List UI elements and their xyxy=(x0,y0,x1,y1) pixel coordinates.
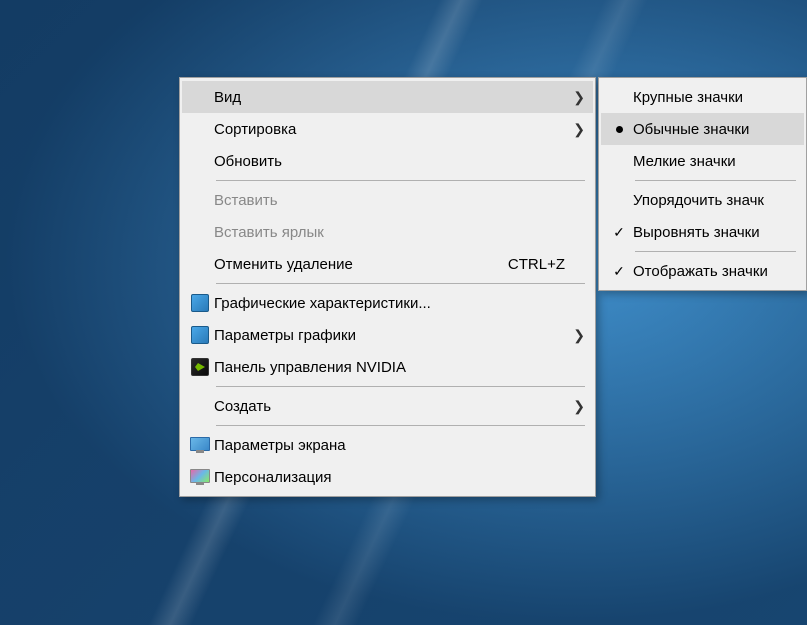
menu-label-view: Вид xyxy=(214,89,569,106)
menu-item-display-settings[interactable]: Параметры экрана xyxy=(182,429,593,461)
submenu-label-show-icons: Отображать значки xyxy=(633,263,800,280)
menu-icon-empty xyxy=(186,149,214,173)
submenu-item-auto-arrange[interactable]: Упорядочить значк xyxy=(601,184,804,216)
intel-graphics-icon xyxy=(186,323,214,347)
menu-item-graphics-props[interactable]: Графические характеристики... xyxy=(182,287,593,319)
menu-item-create[interactable]: Создать ❯ xyxy=(182,390,593,422)
menu-item-nvidia-panel[interactable]: Панель управления NVIDIA xyxy=(182,351,593,383)
submenu-item-small-icons[interactable]: Мелкие значки xyxy=(601,145,804,177)
chevron-right-icon: ❯ xyxy=(569,121,585,138)
menu-separator xyxy=(635,180,796,181)
context-menu-main: Вид ❯ Сортировка ❯ Обновить Вставить Вст… xyxy=(179,77,596,497)
radio-selected-icon xyxy=(605,126,633,133)
context-menu-view-submenu: Крупные значки Обычные значки Мелкие зна… xyxy=(598,77,807,291)
checkmark-icon: ✓ xyxy=(605,224,633,241)
chevron-right-icon: ❯ xyxy=(569,398,585,415)
menu-icon-empty xyxy=(186,220,214,244)
menu-shortcut-undo: CTRL+Z xyxy=(508,256,565,273)
menu-item-view[interactable]: Вид ❯ xyxy=(182,81,593,113)
menu-item-undo-delete[interactable]: Отменить удаление CTRL+Z xyxy=(182,248,593,280)
menu-label-create: Создать xyxy=(214,398,569,415)
intel-graphics-icon xyxy=(186,291,214,315)
display-icon xyxy=(186,433,214,457)
chevron-right-icon: ❯ xyxy=(569,89,585,106)
menu-icon-empty xyxy=(186,252,214,276)
checkmark-icon: ✓ xyxy=(605,263,633,280)
menu-item-refresh[interactable]: Обновить xyxy=(182,145,593,177)
menu-separator xyxy=(635,251,796,252)
submenu-label-medium-icons: Обычные значки xyxy=(633,121,800,138)
menu-icon-empty xyxy=(186,117,214,141)
menu-separator xyxy=(216,425,585,426)
submenu-label-align-grid: Выровнять значки xyxy=(633,224,800,241)
menu-icon-empty xyxy=(186,394,214,418)
chevron-right-icon: ❯ xyxy=(569,327,585,344)
menu-label-graphics-props: Графические характеристики... xyxy=(214,295,585,312)
menu-label-paste-shortcut: Вставить ярлык xyxy=(214,224,585,241)
menu-label-graphics-params: Параметры графики xyxy=(214,327,569,344)
menu-separator xyxy=(216,283,585,284)
submenu-item-medium-icons[interactable]: Обычные значки xyxy=(601,113,804,145)
menu-separator xyxy=(216,386,585,387)
submenu-item-align-grid[interactable]: ✓ Выровнять значки xyxy=(601,216,804,248)
menu-label-display-settings: Параметры экрана xyxy=(214,437,585,454)
menu-icon-empty xyxy=(186,188,214,212)
menu-item-personalize[interactable]: Персонализация xyxy=(182,461,593,493)
menu-icon-empty xyxy=(186,85,214,109)
submenu-label-auto-arrange: Упорядочить значк xyxy=(633,192,800,209)
nvidia-icon xyxy=(186,355,214,379)
menu-item-sort[interactable]: Сортировка ❯ xyxy=(182,113,593,145)
menu-item-paste: Вставить xyxy=(182,184,593,216)
menu-label-sort: Сортировка xyxy=(214,121,569,138)
menu-label-personalize: Персонализация xyxy=(214,469,585,486)
submenu-label-small-icons: Мелкие значки xyxy=(633,153,800,170)
submenu-item-show-icons[interactable]: ✓ Отображать значки xyxy=(601,255,804,287)
menu-item-graphics-params[interactable]: Параметры графики ❯ xyxy=(182,319,593,351)
menu-label-refresh: Обновить xyxy=(214,153,585,170)
personalize-icon xyxy=(186,465,214,489)
submenu-item-large-icons[interactable]: Крупные значки xyxy=(601,81,804,113)
menu-label-nvidia: Панель управления NVIDIA xyxy=(214,359,585,376)
menu-separator xyxy=(216,180,585,181)
menu-item-paste-shortcut: Вставить ярлык xyxy=(182,216,593,248)
submenu-label-large-icons: Крупные значки xyxy=(633,89,800,106)
menu-label-paste: Вставить xyxy=(214,192,585,209)
menu-label-undo-delete: Отменить удаление xyxy=(214,256,496,273)
